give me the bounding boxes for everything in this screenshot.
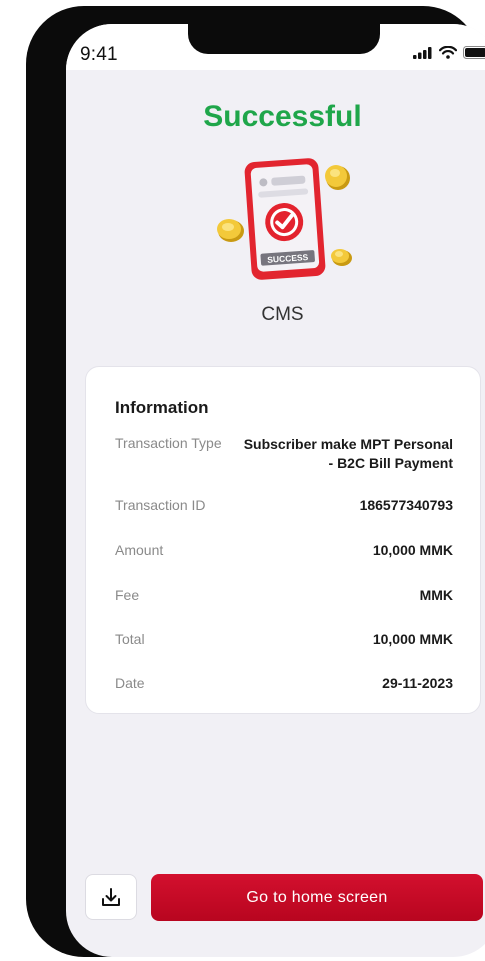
transaction-id-label: Transaction ID bbox=[115, 497, 206, 513]
status-time: 9:41 bbox=[80, 44, 118, 65]
status-bar: 9:41 bbox=[66, 24, 485, 70]
fee-label: Fee bbox=[115, 587, 140, 603]
coin-icon bbox=[217, 219, 244, 242]
date-label: Date bbox=[115, 675, 145, 691]
signal-icon bbox=[413, 46, 432, 59]
transaction-type-value-line2: - B2C Bill Payment bbox=[328, 455, 453, 471]
battery-icon bbox=[463, 46, 485, 59]
coin-icon bbox=[325, 165, 350, 190]
amount-value: 10,000 MMK bbox=[372, 542, 453, 558]
fee-value: MMK bbox=[419, 587, 453, 603]
status-icons bbox=[413, 46, 485, 59]
notch bbox=[188, 24, 380, 54]
go-home-button[interactable]: Go to home screen bbox=[151, 874, 483, 921]
coin-icon bbox=[331, 249, 352, 266]
total-label: Total bbox=[115, 631, 145, 647]
download-icon bbox=[102, 888, 120, 906]
amount-label: Amount bbox=[115, 542, 164, 558]
screen: 9:41 Successful SUCCESS CMS Information … bbox=[66, 24, 485, 957]
success-phone-illustration: SUCCESS bbox=[217, 158, 352, 280]
wifi-icon bbox=[439, 46, 457, 59]
download-button[interactable] bbox=[85, 874, 137, 920]
transaction-type-value: Subscriber make MPT Personal - B2C Bill … bbox=[244, 435, 453, 473]
total-value: 10,000 MMK bbox=[372, 631, 453, 647]
information-card: Information Transaction Type Subscriber … bbox=[85, 366, 481, 714]
information-title: Information bbox=[115, 398, 209, 417]
page-title: Successful bbox=[203, 100, 362, 133]
merchant-name: CMS bbox=[261, 304, 304, 325]
transaction-type-label: Transaction Type bbox=[115, 435, 222, 451]
date-value: 29-11-2023 bbox=[382, 675, 453, 691]
phone-frame: 9:41 Successful SUCCESS CMS Information … bbox=[26, 6, 485, 957]
transaction-type-value-line1: Subscriber make MPT Personal bbox=[243, 436, 453, 452]
transaction-id-value: 186577340793 bbox=[359, 497, 453, 513]
